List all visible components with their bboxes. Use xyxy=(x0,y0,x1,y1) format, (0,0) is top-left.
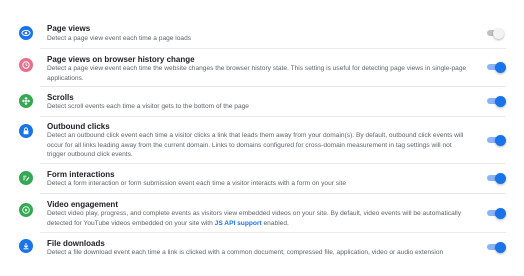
move-arrows-icon xyxy=(19,94,33,108)
event-description: Detect a file download event each time a… xyxy=(47,249,444,256)
event-row-page-views: Page views Detect a page view event each… xyxy=(0,0,524,44)
event-row-video-engagement: Video engagement Detect video play, prog… xyxy=(0,193,524,233)
toggle-knob xyxy=(495,241,506,253)
event-description-suffix: enabled. xyxy=(261,219,289,227)
event-description: Detect a page view event each time the w… xyxy=(47,65,467,82)
event-row-history-change: Page views on browser history change Det… xyxy=(0,48,524,86)
enhanced-measurement-list: Page views Detect a page view event each… xyxy=(0,0,524,276)
toggle-knob xyxy=(495,172,506,184)
eye-icon xyxy=(19,26,33,40)
event-row-form-interactions: Form interactions Detect a form interact… xyxy=(0,163,524,195)
download-icon xyxy=(19,239,33,253)
event-row-file-downloads: File downloads Detect a file download ev… xyxy=(0,232,524,276)
play-icon xyxy=(19,203,33,217)
event-description: Detect an outbound click event each time… xyxy=(47,132,464,158)
event-row-scrolls: Scrolls Detect scroll events each time a… xyxy=(0,86,524,118)
event-title: Page views xyxy=(47,24,91,33)
toggle-knob xyxy=(493,27,504,39)
outbound-clicks-toggle[interactable] xyxy=(487,134,506,146)
history-icon xyxy=(19,58,33,72)
history-change-toggle[interactable] xyxy=(487,61,506,73)
toggle-knob xyxy=(495,207,506,219)
toggle-knob xyxy=(495,134,506,146)
event-row-outbound-clicks: Outbound clicks Detect an outbound click… xyxy=(0,116,524,164)
video-engagement-toggle[interactable] xyxy=(487,207,506,219)
toggle-knob xyxy=(495,61,506,73)
file-downloads-toggle[interactable] xyxy=(487,241,506,253)
event-description: Detect video play, progress, and complet… xyxy=(47,209,472,228)
event-description: Detect a form interaction or form submis… xyxy=(47,180,347,187)
js-api-support-link[interactable]: JS API support xyxy=(215,220,262,227)
lock-icon xyxy=(19,124,33,138)
event-description: Detect scroll events each time a visitor… xyxy=(47,103,249,110)
scrolls-toggle[interactable] xyxy=(487,95,506,107)
form-interactions-toggle[interactable] xyxy=(487,172,506,184)
toggle-knob xyxy=(495,95,506,107)
form-icon xyxy=(19,171,33,185)
page-views-toggle[interactable] xyxy=(487,27,504,39)
event-description: Detect a page view event each time a pag… xyxy=(47,35,192,42)
